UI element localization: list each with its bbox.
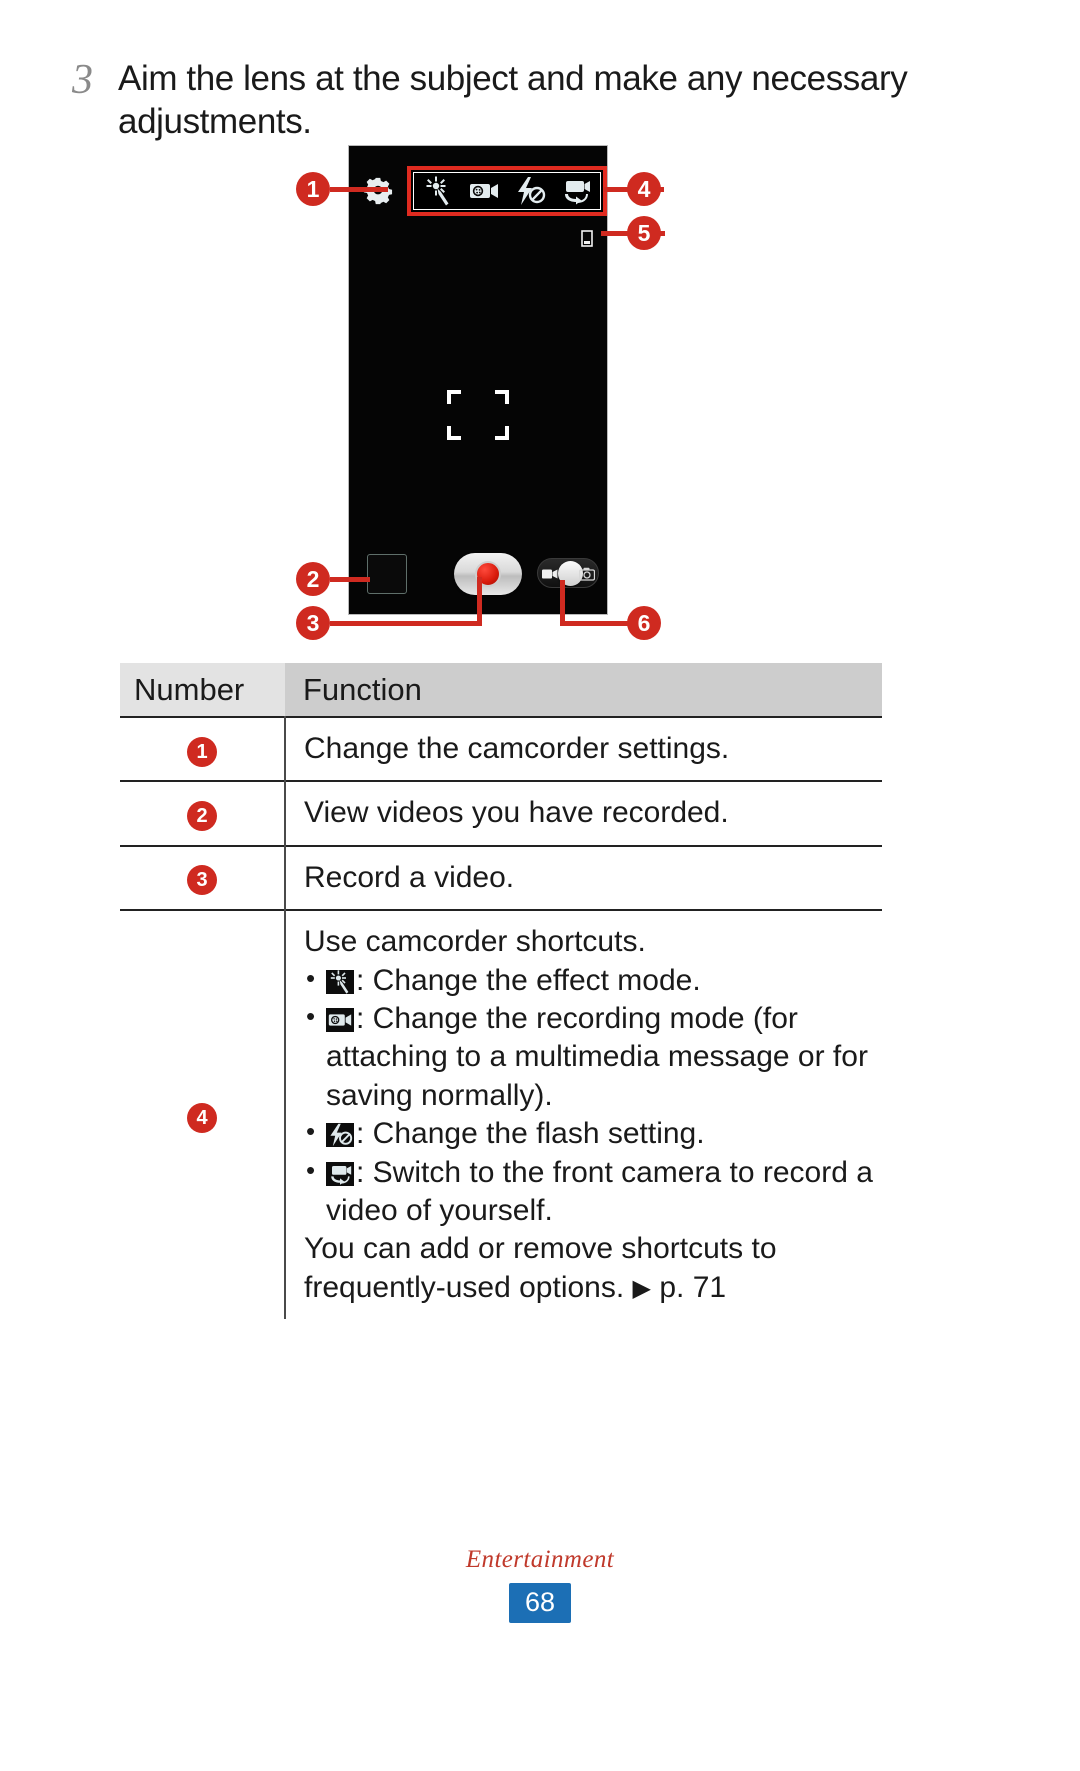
callout-bubble-1: 1 [296, 172, 330, 206]
number-badge: 4 [187, 1102, 217, 1133]
camera-icon [579, 567, 595, 581]
shortcuts-list: : Change the effect mode. [304, 962, 882, 1231]
leader-line-1 [330, 187, 388, 192]
list-item-text: : Switch to the front camera to record a… [326, 1155, 873, 1227]
leader-line-3-h [330, 621, 482, 626]
flash-off-icon [326, 1123, 354, 1148]
number-badge: 2 [187, 801, 217, 832]
list-item: : Change the recording mode (for attachi… [304, 1000, 882, 1115]
number-badge: 1 [187, 736, 217, 767]
callout-bubble-6: 6 [627, 606, 661, 640]
column-header-function: Function [285, 663, 882, 717]
phone-screenshot [348, 145, 608, 615]
switch-camera-icon[interactable] [559, 176, 593, 206]
row-function-cell: Record a video. [285, 844, 882, 911]
camcorder-top-bar [349, 164, 609, 218]
table-header-row: Number Function [120, 663, 882, 717]
function-table: Number Function 1 Change the camcorder s… [120, 663, 882, 1320]
leader-line-6-v [560, 580, 565, 626]
step-instruction: 3 Aim the lens at the subject and make a… [72, 58, 952, 143]
list-item: : Change the effect mode. [304, 962, 882, 1000]
shortcut-bar-highlight [407, 166, 607, 216]
page-ref-text: p. 71 [659, 1270, 727, 1304]
leader-line-3-v [477, 577, 482, 626]
step-text: Aim the lens at the subject and make any… [118, 59, 908, 141]
callout-bubble-4: 4 [627, 172, 661, 206]
record-button[interactable] [454, 553, 522, 595]
column-header-number: Number [120, 663, 285, 717]
storage-indicator-icon [581, 230, 593, 247]
leader-line-6-h [560, 621, 630, 626]
list-item-text: : Change the effect mode. [356, 963, 701, 997]
row-number-cell: 2 [120, 780, 286, 846]
table-row: 2 View videos you have recorded. [120, 780, 882, 846]
effect-mode-icon [326, 969, 354, 994]
gallery-thumbnail[interactable] [367, 554, 407, 594]
callout-bubble-3: 3 [296, 606, 330, 640]
list-item-text: : Change the flash setting. [356, 1117, 705, 1151]
table-row: 3 Record a video. [120, 844, 882, 911]
camcorder-icon [542, 569, 558, 579]
manual-page: 3 Aim the lens at the subject and make a… [0, 0, 1080, 1771]
page-footer: Entertainment 68 [0, 1546, 1080, 1623]
table-row: 1 Change the camcorder settings. [120, 715, 882, 782]
switch-camera-icon [326, 1161, 354, 1186]
camcorder-figure: 1 4 5 2 3 6 [0, 140, 1080, 650]
list-item-text: : Change the recording mode (for attachi… [326, 1001, 868, 1112]
camera-mode-toggle[interactable] [537, 558, 599, 588]
callout-bubble-5: 5 [627, 216, 661, 250]
number-badge: 3 [187, 865, 217, 896]
row-number-cell: 4 [120, 909, 286, 1320]
row-function-cell: Change the camcorder settings. [285, 715, 882, 782]
row-function-cell: Use camcorder shortcuts. •: Change the … [285, 909, 882, 1320]
step-number: 3 [72, 57, 93, 103]
row-number-cell: 3 [120, 844, 286, 911]
row-function-cell: View videos you have recorded. [285, 780, 882, 846]
list-item: : Change the flash setting. [304, 1115, 882, 1153]
callout-bubble-2: 2 [296, 562, 330, 596]
footer-section-title: Entertainment [465, 1545, 615, 1573]
list-item: : Switch to the front camera to record a… [304, 1154, 882, 1231]
recording-mode-icon[interactable] [467, 176, 501, 206]
shortcuts-title: Use camcorder shortcuts. [304, 925, 646, 959]
focus-brackets [447, 390, 509, 440]
shortcuts-note: You can add or remove shortcuts to frequ… [304, 1230, 882, 1307]
leader-line-2 [330, 577, 370, 582]
effect-mode-icon[interactable] [421, 176, 455, 206]
page-number-badge: 68 [508, 1582, 572, 1623]
page-ref-arrow-icon: ▶ [632, 1274, 652, 1302]
row-number-cell: 1 [120, 715, 286, 782]
table-row-shortcuts: 4 Use camcorder shortcuts. •: Change th… [120, 909, 882, 1320]
flash-off-icon[interactable] [513, 176, 547, 206]
recording-mode-icon [326, 1007, 354, 1032]
